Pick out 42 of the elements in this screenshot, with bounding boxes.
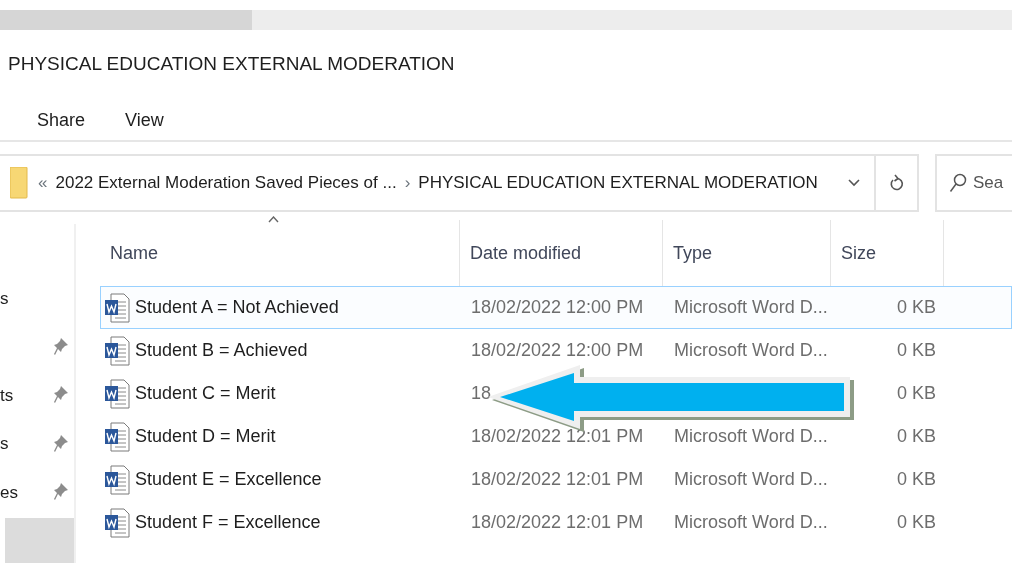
- file-name[interactable]: Student C = Merit: [135, 380, 276, 407]
- file-size: 0 KB: [896, 383, 936, 403]
- file-name[interactable]: Student E = Excellence: [135, 466, 322, 493]
- file-size: 0 KB: [896, 340, 936, 360]
- file-type: Microsoft Word D...: [674, 297, 828, 317]
- file-size: 0 KB: [896, 426, 936, 446]
- date-modified: 18/02/2022 12:01 PM: [471, 469, 644, 489]
- file-size: 0 KB: [896, 297, 936, 317]
- breadcrumb-segment[interactable]: 2022 External Moderation Saved Pieces of ...: [55, 170, 397, 196]
- column-header[interactable]: Date modified: [470, 239, 582, 267]
- overflow-chevron[interactable]: «: [38, 170, 48, 196]
- date-modified: 18/02/2022 12:01 PM: [471, 426, 644, 446]
- file-type: Microsoft Word D...: [674, 469, 828, 489]
- ribbon-tab[interactable]: View: [125, 106, 164, 134]
- breadcrumb-segment[interactable]: PHYSICAL EDUCATION EXTERNAL MODERATION: [418, 170, 818, 196]
- file-name: Student A = Not Achieved: [135, 296, 339, 319]
- file-row[interactable]: Student A = Not Achieved 18/02/2022 12:00 PM Microsoft Word D... 0 KB: [100, 286, 1012, 329]
- file-type: Microsoft Word D...: [674, 512, 828, 532]
- date-modified: 18: [471, 383, 492, 403]
- file-type: Microsoft Word D...: [674, 426, 828, 446]
- file-type: Microsoft Word D...: [674, 340, 828, 360]
- nav-item[interactable]: s: [0, 431, 9, 457]
- window-title: PHYSICAL EDUCATION EXTERNAL MODERATION: [8, 53, 455, 74]
- nav-item[interactable]: es: [0, 479, 18, 505]
- column-header[interactable]: Name: [110, 239, 158, 267]
- address-bar[interactable]: « 2022 External Moderation Saved Pieces of ... › PHYSICAL EDUCATION EXTERNAL MODERATION: [0, 154, 876, 212]
- column-header[interactable]: Size: [841, 239, 876, 267]
- file-size: 0 KB: [896, 512, 936, 532]
- breadcrumb-separator[interactable]: ›: [404, 170, 411, 196]
- ribbon-tab[interactable]: Share: [37, 106, 86, 134]
- file-name[interactable]: Student F = Excellence: [135, 509, 321, 536]
- file-name[interactable]: Student B = Achieved: [135, 337, 308, 364]
- date-modified: 18/02/2022 12:00 PM: [471, 340, 644, 360]
- file-size: 0 KB: [896, 469, 936, 489]
- search-input[interactable]: Sea: [973, 170, 1011, 196]
- nav-item[interactable]: ts: [0, 382, 14, 408]
- column-header[interactable]: Type: [673, 239, 713, 267]
- search-field[interactable]: Sea: [935, 154, 1012, 212]
- date-modified: 18/02/2022 12:01 PM: [471, 512, 644, 532]
- date-modified: 18/02/2022 12:00 PM: [471, 297, 644, 317]
- file-name[interactable]: Student D = Merit: [135, 423, 276, 450]
- nav-item[interactable]: s: [0, 285, 9, 311]
